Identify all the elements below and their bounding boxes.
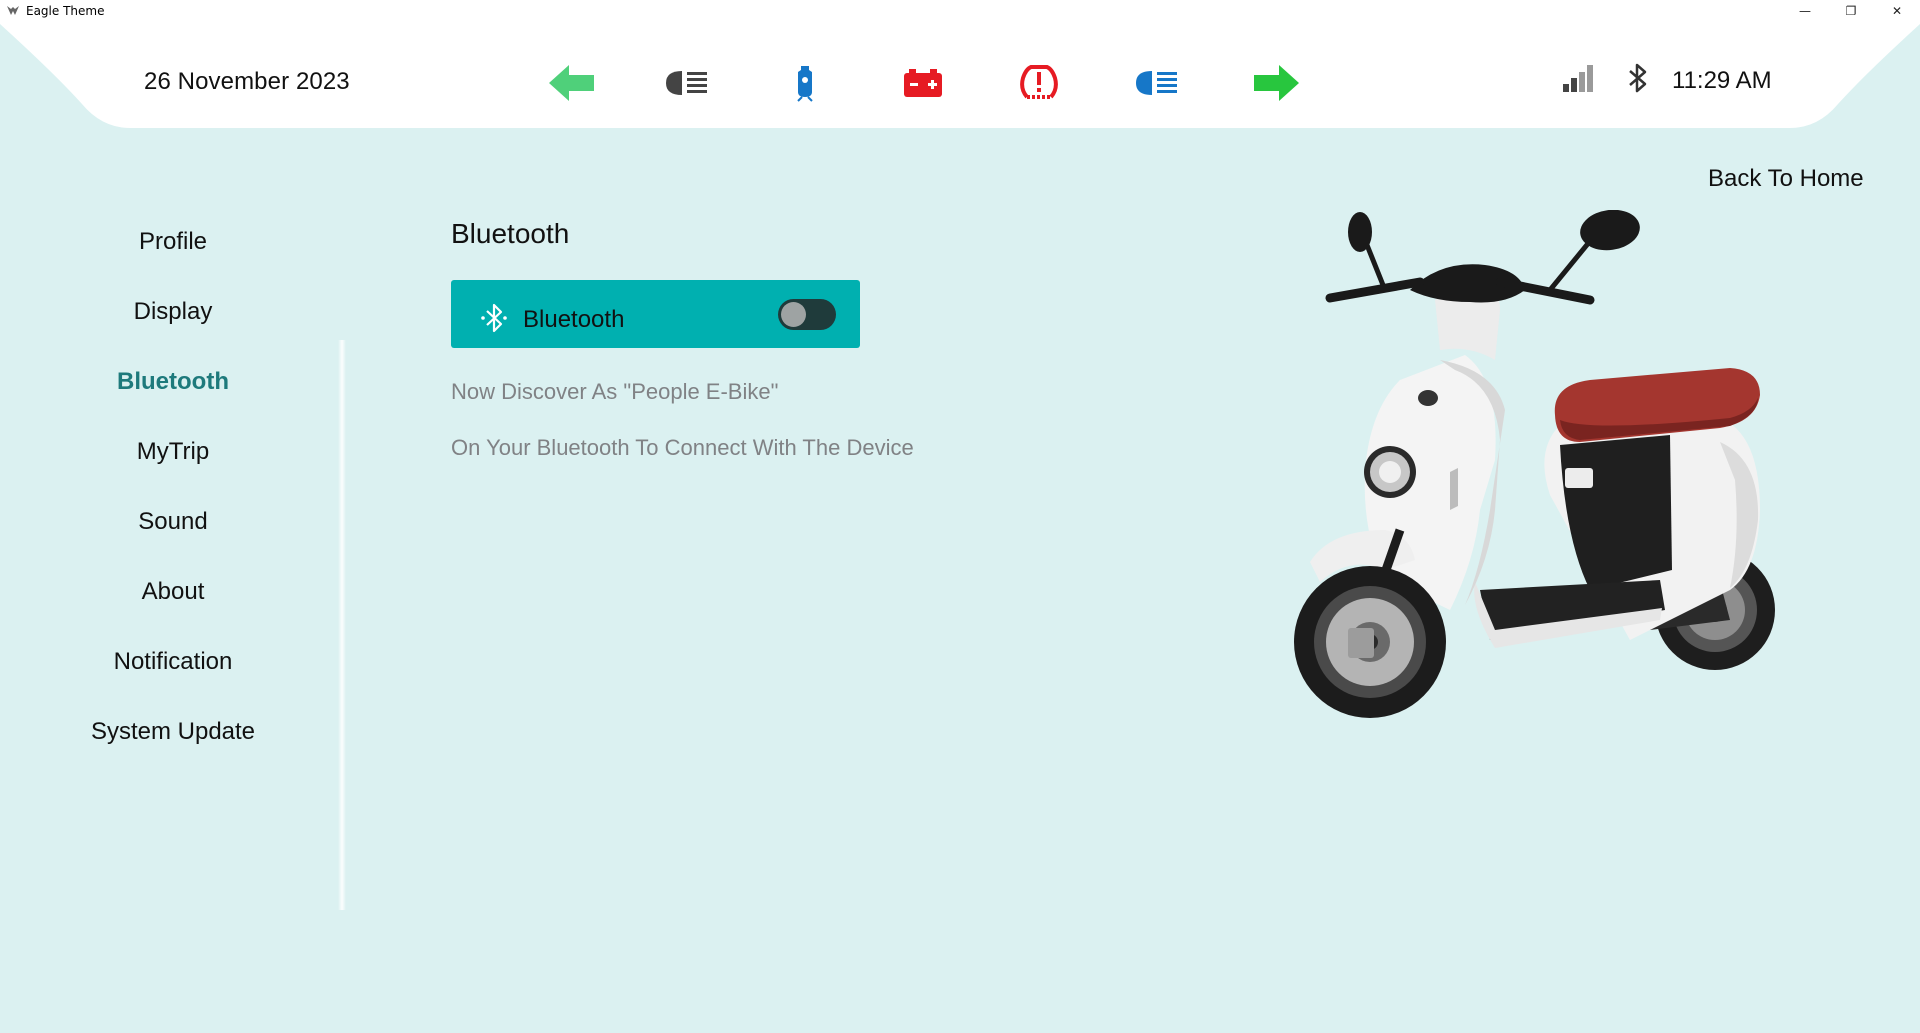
sidebar-item-sound[interactable]: Sound <box>0 508 346 536</box>
restore-button[interactable]: ❐ <box>1828 0 1874 22</box>
window-title: Eagle Theme <box>26 4 105 18</box>
minimize-button[interactable]: — <box>1782 0 1828 22</box>
left-turn-icon <box>546 58 598 108</box>
window-titlebar: Eagle Theme — ❐ ✕ <box>0 0 1920 22</box>
sidebar-item-mytrip[interactable]: MyTrip <box>0 438 346 466</box>
status-header: 26 November 2023 11:29 AM <box>0 22 1920 129</box>
right-turn-icon <box>1250 58 1302 108</box>
tire-pressure-icon <box>1013 58 1065 108</box>
high-beam-icon <box>1131 58 1183 108</box>
bluetooth-toggle[interactable] <box>778 299 836 330</box>
bluetooth-status-icon <box>1629 63 1647 93</box>
sidebar-item-about[interactable]: About <box>0 578 346 606</box>
clock: 11:29 AM <box>1672 67 1772 94</box>
bluetooth-icon <box>481 303 507 333</box>
sidebar-item-system-update[interactable]: System Update <box>0 718 346 746</box>
back-to-home-link[interactable]: Back To Home <box>1708 165 1864 193</box>
signal-strength-icon <box>1563 65 1593 92</box>
low-beam-icon <box>661 58 713 108</box>
sidebar-item-profile[interactable]: Profile <box>0 228 346 256</box>
close-button[interactable]: ✕ <box>1874 0 1920 22</box>
window-controls: — ❐ ✕ <box>1782 0 1920 22</box>
battery-icon <box>897 58 949 108</box>
sidebar-item-bluetooth[interactable]: Bluetooth <box>0 368 346 396</box>
sidebar-item-notification[interactable]: Notification <box>0 648 346 676</box>
page-title: Bluetooth <box>451 218 570 249</box>
side-stand-icon <box>779 58 831 108</box>
sidebar-divider <box>338 340 346 910</box>
app-logo-icon <box>7 6 19 15</box>
sidebar-item-display[interactable]: Display <box>0 298 346 326</box>
toggle-knob <box>781 302 806 327</box>
settings-sidebar: Profile Display Bluetooth MyTrip Sound A… <box>0 215 346 905</box>
scooter-image <box>1294 210 1775 718</box>
bluetooth-card-label: Bluetooth <box>523 306 625 333</box>
bluetooth-setting-card: Bluetooth <box>451 280 860 348</box>
connect-instruction-text: On Your Bluetooth To Connect With The De… <box>451 435 914 460</box>
discover-status-text: Now Discover As "People E-Bike" <box>451 379 779 404</box>
